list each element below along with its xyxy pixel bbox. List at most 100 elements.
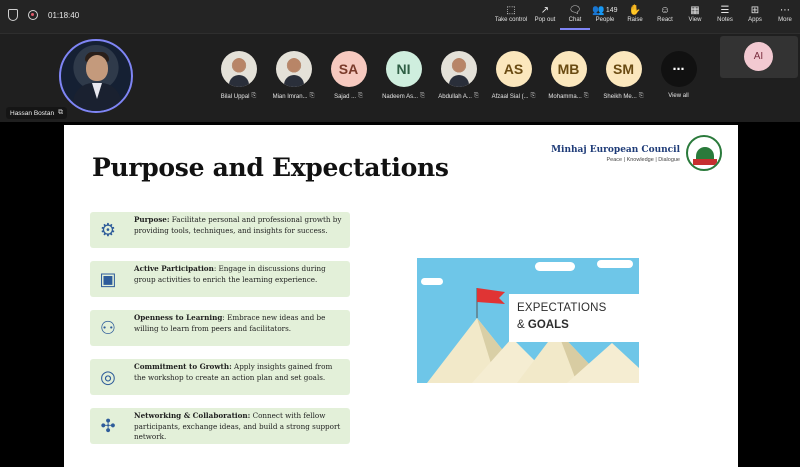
participant-name: Sheikh Me...	[603, 93, 637, 100]
expectation-heading: Commitment to Growth:	[134, 362, 232, 371]
expectation-item: ▣ Active Participation: Engage in discuss…	[90, 261, 350, 297]
self-video	[59, 39, 133, 113]
self-video-tile[interactable]: Hassan Bostan ⧉	[0, 34, 160, 122]
participant-name-row: Mohamma... ⎘	[548, 93, 588, 100]
view-all-label: View all	[668, 93, 689, 99]
toolbar-button-label: Raise	[627, 17, 643, 23]
toolbar-button-label: Chat	[568, 17, 582, 23]
participant-avatar: AS	[495, 51, 532, 87]
participant-name: Abdullah A...	[438, 93, 472, 100]
expectation-item: ⚇ Openness to Learning: Embrace new ideas…	[90, 310, 350, 346]
raise-button[interactable]: ✋ Raise	[620, 4, 650, 30]
expectation-heading: Networking & Collaboration:	[134, 411, 251, 420]
meeting-timer: 01:18:40	[48, 10, 80, 20]
participant-name-row: Mian Imran... ⎘	[273, 93, 315, 100]
mic-muted-icon: ⎘	[583, 93, 589, 99]
apps-icon: ⊞	[750, 5, 760, 16]
react-button[interactable]: ☺ React	[650, 4, 680, 30]
image-line2: & GOALS	[517, 319, 569, 331]
group-icon: ⚇	[99, 317, 117, 338]
participant-avatar	[220, 51, 257, 87]
toolbar-button-label: Pop out	[534, 17, 556, 23]
mic-muted-icon: ⎘	[530, 93, 536, 99]
participant-tile[interactable]: Mian Imran... ⎘	[266, 51, 321, 100]
participant-avatar: NI	[385, 51, 422, 87]
take-control-button[interactable]: ⬚ Take control	[492, 4, 530, 30]
recording-icon	[28, 10, 38, 20]
expectation-item: ◎ Commitment to Growth: Apply insights ga…	[90, 359, 350, 395]
expectation-heading: Active Participation	[134, 264, 214, 273]
toolbar-button-label: React	[657, 17, 673, 23]
chat-button[interactable]: 🗨 Chat	[560, 4, 590, 30]
participant-tile[interactable]: SM Sheikh Me... ⎘	[596, 51, 651, 100]
people-icon: 👥	[592, 5, 605, 16]
view-all-button[interactable]: ⋯ View all	[651, 51, 706, 100]
meeting-status: 01:18:40	[8, 9, 79, 21]
more-button[interactable]: ⋯ More	[770, 4, 800, 30]
participant-avatar: MB	[550, 51, 587, 87]
participant-avatar	[440, 51, 477, 87]
participant-tile[interactable]: SA Sajad ... ⎘	[321, 51, 376, 100]
notes-button[interactable]: ☰ Notes	[710, 4, 740, 30]
pop-out-icon: ↗	[540, 5, 550, 16]
raise-hand-icon: ✋	[628, 5, 642, 16]
view-button[interactable]: ▦ View	[680, 4, 710, 30]
org-logo-icon	[686, 135, 722, 171]
toolbar-button-label: Notes	[717, 17, 733, 23]
people-count: 149	[605, 7, 618, 14]
network-icon: ✣	[100, 415, 116, 436]
mic-muted-icon: ⎘	[638, 93, 644, 99]
head-gear-icon: ⚙	[99, 219, 117, 240]
notes-icon: ☰	[720, 5, 730, 16]
participant-name: Afzaal Sial (...	[491, 93, 529, 100]
teams-meeting-window: 01:18:40 ⬚ Take control ↗ Pop out 🗨 Chat 👥 149 P…	[0, 0, 800, 467]
pop-out-button[interactable]: ↗ Pop out	[530, 4, 560, 30]
participant-tile[interactable]: AS Afzaal Sial (... ⎘	[486, 51, 541, 100]
mic-muted-icon: ⎘	[420, 93, 425, 99]
org-name: Minhaj European Council	[551, 145, 680, 155]
shared-screen-stage: Purpose and Expectations Minhaj European…	[0, 122, 800, 467]
toolbar-button-label: Apps	[748, 17, 762, 23]
expectations-goals-card: EXPECTATIONS & GOALS	[509, 294, 639, 342]
expectation-heading: Purpose:	[134, 215, 170, 224]
expectation-text: Openness to Learning: Embrace new ideas …	[134, 313, 346, 334]
take-control-icon: ⬚	[506, 5, 516, 16]
self-name: Hassan Bostan	[10, 109, 55, 117]
expectation-text: Commitment to Growth: Apply insights gai…	[134, 362, 346, 383]
participant-name: Sajad ...	[334, 93, 357, 100]
participant-tile[interactable]: MB Mohamma... ⎘	[541, 51, 596, 100]
participant-name-row: Abdullah A... ⎘	[438, 93, 479, 100]
ai-participant-tile[interactable]: AI	[720, 36, 798, 78]
share-screen-icon: ⧉	[58, 109, 64, 116]
participant-name-row: Afzaal Sial (... ⎘	[492, 93, 536, 100]
participant-avatar	[275, 51, 312, 87]
expectation-text: Active Participation: Engage in discussi…	[134, 264, 346, 285]
org-branding: Minhaj European Council Peace | Knowledg…	[551, 145, 680, 163]
expectations-goals-image: EXPECTATIONS & GOALS	[417, 258, 639, 383]
participant-name: Mohamma...	[548, 93, 582, 100]
participant-name: Bilal Uppal	[220, 93, 250, 100]
participant-name: Mian Imran...	[272, 93, 308, 100]
ai-avatar: AI	[744, 42, 773, 71]
react-icon: ☺	[659, 5, 671, 16]
expectation-text: Networking & Collaboration: Connect with…	[134, 411, 346, 443]
participant-name: Nadeem As...	[382, 93, 419, 100]
toolbar-button-label: People	[595, 17, 615, 23]
people-button[interactable]: 👥 149 People	[590, 4, 620, 30]
apps-button[interactable]: ⊞ Apps	[740, 4, 770, 30]
meeting-toolbar: 01:18:40 ⬚ Take control ↗ Pop out 🗨 Chat 👥 149 P…	[0, 0, 800, 34]
participant-avatar: SM	[605, 51, 642, 87]
toolbar-button-label: More	[778, 17, 792, 23]
participant-tile[interactable]: NI Nadeem As... ⎘	[376, 51, 431, 100]
mic-muted-icon: ⎘	[251, 93, 257, 99]
view-icon: ▦	[690, 5, 700, 16]
participant-tile[interactable]: Abdullah A... ⎘	[431, 51, 486, 100]
toolbar-button-label: Take control	[494, 17, 528, 23]
chat-icon: 🗨	[568, 5, 582, 16]
participant-tile[interactable]: Bilal Uppal ⎘	[211, 51, 266, 100]
participant-name-row: Nadeem As... ⎘	[382, 93, 425, 100]
mic-muted-icon: ⎘	[358, 93, 363, 99]
participant-list: Bilal Uppal ⎘ Mian Imran... ⎘ SA Sajad ... ⎘ NI…	[211, 51, 706, 100]
expectations-list: ⚙ Purpose: Facilitate personal and profes…	[90, 212, 350, 457]
more-icon: ⋯	[780, 5, 790, 16]
